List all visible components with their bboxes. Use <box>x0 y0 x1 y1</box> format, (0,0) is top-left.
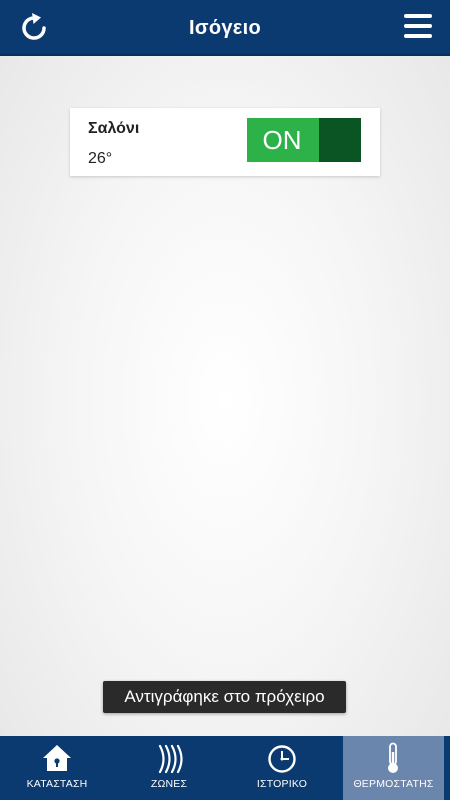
toggle-label: ON <box>262 125 302 155</box>
nav-label: ΘΕΡΜΟΣΤΑΤΗΣ <box>353 778 434 790</box>
app-screen: Ισόγειο Σαλόνι 26° ON Αντιγράφηκε στο πρ… <box>0 0 450 800</box>
menu-button[interactable] <box>404 14 432 40</box>
nav-label: ΖΩΝΕΣ <box>150 778 188 790</box>
home-icon <box>43 745 71 771</box>
nav-item-status[interactable]: ΚΑΤΑΣΤΑΣΗ <box>2 736 112 800</box>
clock-icon <box>268 745 296 773</box>
toast-message: Αντιγράφηκε στο πρόχειρο <box>103 681 346 713</box>
bottom-navigation: ΚΑΤΑΣΤΑΣΗ ΖΩΝΕΣ ΙΣΤΟΡΙΚΟ ΘΕΡΜΟΣΤΑΤΗΣ <box>0 736 450 800</box>
page-title: Ισόγειο <box>189 17 261 39</box>
nav-item-history[interactable]: ΙΣΤΟΡΙΚΟ <box>227 736 337 800</box>
thermometer-icon <box>388 742 398 773</box>
signal-waves-icon <box>158 744 183 774</box>
zone-name: Σαλόνι <box>88 120 140 137</box>
nav-item-thermostat[interactable]: ΘΕΡΜΟΣΤΑΤΗΣ <box>343 736 444 800</box>
zone-card[interactable]: Σαλόνι 26° ON <box>70 108 380 176</box>
toggle-knob[interactable] <box>319 118 361 162</box>
nav-label: ΚΑΤΑΣΤΑΣΗ <box>26 778 88 790</box>
nav-item-zones[interactable]: ΖΩΝΕΣ <box>114 736 224 800</box>
hamburger-menu-icon-bar <box>404 24 432 28</box>
nav-label: ΙΣΤΟΡΙΚΟ <box>256 778 308 790</box>
top-app-bar: Ισόγειο <box>0 0 450 56</box>
hamburger-menu-icon-bar <box>404 34 432 38</box>
zone-power-toggle[interactable]: ON <box>247 118 361 162</box>
zone-temperature: 26° <box>88 150 113 167</box>
hamburger-menu-icon <box>404 14 432 18</box>
